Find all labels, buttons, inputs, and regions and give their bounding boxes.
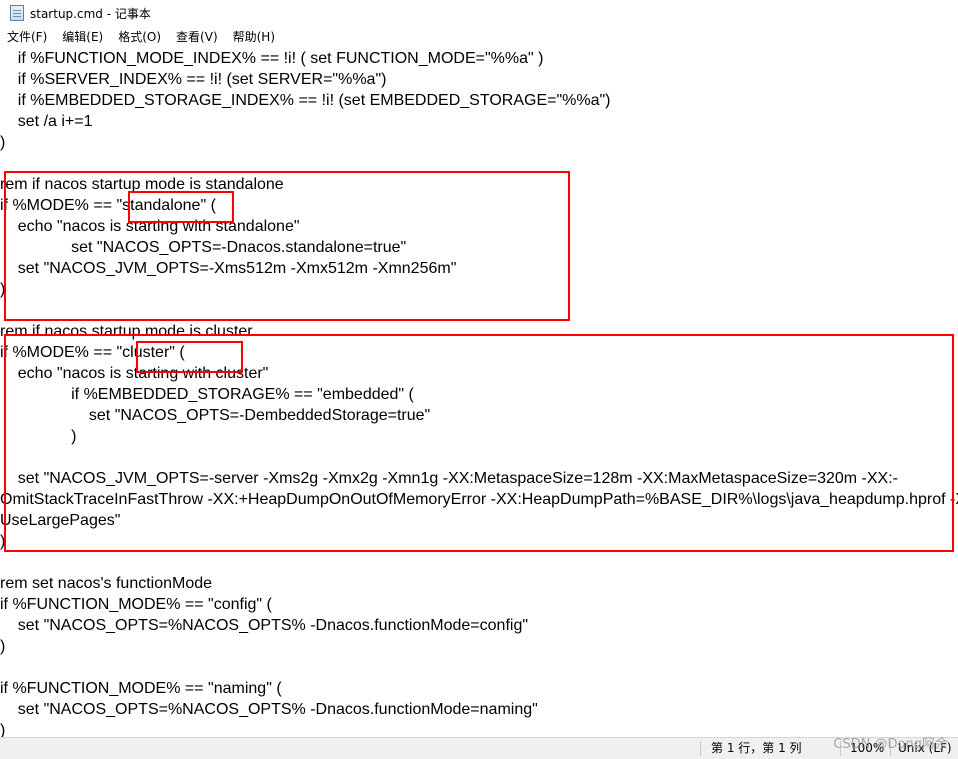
text-line: set "NACOS_JVM_OPTS=-server -Xms2g -Xmx2… (0, 470, 898, 487)
text-line: ) (0, 533, 6, 550)
text-line: ) (0, 722, 6, 737)
cursor-position: 第 1 行，第 1 列 (711, 741, 802, 755)
text-line: if %FUNCTION_MODE_INDEX% == !i! ( set FU… (0, 50, 544, 67)
watermark: CSDN @Dong阿余 (833, 737, 948, 752)
text-line: OmitStackTraceInFastThrow -XX:+HeapDumpO… (0, 491, 958, 508)
status-bar: 第 1 行，第 1 列 100% Unix (LF) (0, 737, 958, 759)
text-line: rem if nacos startup mode is standalone (0, 176, 284, 193)
text-line: set "NACOS_OPTS=%NACOS_OPTS% -Dnacos.fun… (0, 701, 538, 718)
text-line: echo "nacos is starting with cluster" (0, 365, 269, 382)
text-line: set "NACOS_OPTS=-Dnacos.standalone=true" (0, 239, 407, 256)
text-line: ) (0, 281, 6, 298)
text-line: echo "nacos is starting with standalone" (0, 218, 300, 235)
menu-bar: 文件(F) 编辑(E) 格式(O) 查看(V) 帮助(H) (0, 26, 958, 46)
text-line: if %MODE% == "cluster" ( (0, 344, 185, 361)
menu-edit[interactable]: 编辑(E) (54, 28, 110, 45)
text-line: if %EMBEDDED_STORAGE% == "embedded" ( (0, 386, 414, 403)
text-editor-area[interactable]: ) set "NACOS_OPTS=%NACOS_OPTS% -Dnacos.f… (0, 47, 958, 737)
text-line: set "NACOS_OPTS=-DembeddedStorage=true" (0, 407, 431, 424)
text-line: UseLargePages" (0, 512, 121, 529)
title-bar: startup.cmd - 记事本 (0, 0, 958, 26)
text-line: set "NACOS_JVM_OPTS=-Xms512m -Xmx512m -X… (0, 260, 457, 277)
text-line: set /a i+=1 (0, 113, 93, 130)
menu-view[interactable]: 查看(V) (168, 28, 225, 45)
menu-help[interactable]: 帮助(H) (225, 28, 282, 45)
text-line: rem if nacos startup mode is cluster (0, 323, 253, 340)
window-title: startup.cmd - 记事本 (30, 6, 151, 21)
text-line: ) (0, 638, 6, 655)
text-line: if %FUNCTION_MODE% == "naming" ( (0, 680, 282, 697)
text-line: rem set nacos's functionMode (0, 575, 213, 592)
menu-format[interactable]: 格式(O) (110, 28, 168, 45)
text-line: if %EMBEDDED_STORAGE_INDEX% == !i! (set … (0, 92, 611, 109)
text-line: set "NACOS_OPTS=%NACOS_OPTS% -Dnacos.fun… (0, 617, 529, 634)
menu-file[interactable]: 文件(F) (0, 28, 54, 45)
text-line: if %SERVER_INDEX% == !i! (set SERVER="%%… (0, 71, 387, 88)
text-line: if %FUNCTION_MODE% == "config" ( (0, 596, 272, 613)
text-line: if %MODE% == "standalone" ( (0, 197, 216, 214)
text-line: ) (0, 428, 77, 445)
status-separator (700, 741, 701, 756)
text-line: ) (0, 134, 6, 151)
notepad-icon (10, 5, 24, 21)
